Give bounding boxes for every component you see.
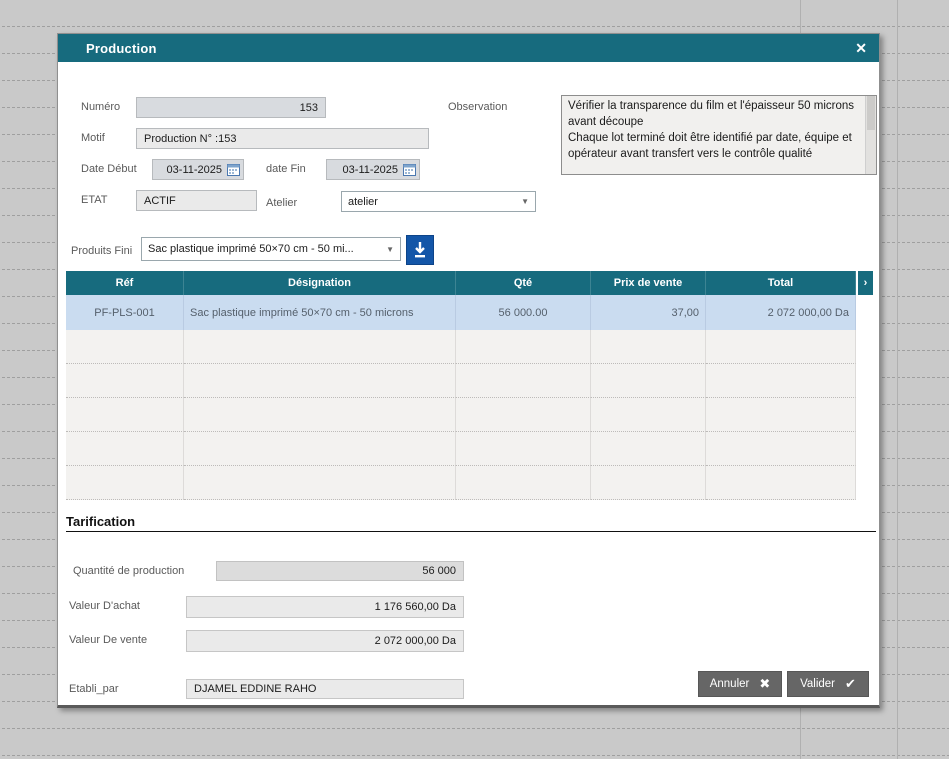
cell-prix: 37,00	[591, 295, 706, 330]
empty-cell	[184, 364, 456, 398]
observation-scrollbar[interactable]	[865, 96, 876, 174]
scrollbar-thumb[interactable]	[867, 96, 875, 130]
production-dialog: Production ✕ Numéro 153 Motif Production…	[57, 33, 880, 708]
atelier-value: atelier	[348, 196, 378, 208]
table-header-row: Réf Désignation Qté Prix de vente Total …	[66, 271, 874, 295]
valeur-vente-field[interactable]: 2 072 000,00 Da	[186, 630, 464, 652]
produits-fini-combobox[interactable]: Sac plastique imprimé 50×70 cm - 50 mi..…	[141, 237, 401, 261]
atelier-label: Atelier	[266, 197, 297, 209]
table-scroll-right-icon[interactable]: ›	[856, 271, 873, 295]
date-fin-value: 03-11-2025	[343, 164, 398, 176]
motif-label: Motif	[81, 132, 105, 144]
table-row-empty[interactable]	[66, 432, 874, 466]
import-product-button[interactable]	[406, 235, 434, 265]
empty-cell	[706, 466, 856, 500]
empty-cell	[456, 364, 591, 398]
dialog-title: Production	[86, 41, 157, 56]
chevron-down-icon: ▼	[521, 197, 529, 206]
empty-cell	[856, 466, 873, 500]
table-row-empty[interactable]	[66, 466, 874, 500]
empty-cell	[591, 330, 706, 364]
cell-designation: Sac plastique imprimé 50×70 cm - 50 micr…	[184, 295, 456, 330]
col-header-ref[interactable]: Réf	[66, 271, 184, 295]
empty-cell	[184, 398, 456, 432]
cell-ref: PF-PLS-001	[66, 295, 184, 330]
atelier-combobox[interactable]: atelier ▼	[341, 191, 536, 212]
empty-cell	[856, 398, 873, 432]
empty-cell	[856, 330, 873, 364]
background-gridline	[897, 0, 898, 759]
tarification-section-title: Tarification	[66, 514, 876, 532]
cancel-x-icon: ✖	[759, 676, 770, 692]
cell-total: 2 072 000,00 Da	[706, 295, 856, 330]
produits-fini-label: Produits Fini	[71, 245, 132, 257]
products-table: Réf Désignation Qté Prix de vente Total …	[66, 271, 874, 500]
date-debut-field[interactable]: 03-11-2025	[152, 159, 244, 180]
table-row-empty[interactable]	[66, 364, 874, 398]
empty-cell	[456, 398, 591, 432]
table-empty-rows	[66, 330, 874, 500]
empty-cell	[456, 330, 591, 364]
valider-button[interactable]: Valider ✔	[787, 671, 869, 697]
empty-cell	[591, 364, 706, 398]
observation-label: Observation	[448, 101, 507, 113]
empty-cell	[66, 432, 184, 466]
close-icon[interactable]: ✕	[855, 41, 867, 55]
table-row-empty[interactable]	[66, 330, 874, 364]
date-debut-label: Date Début	[81, 163, 137, 175]
annuler-button[interactable]: Annuler ✖	[698, 671, 782, 697]
empty-cell	[184, 432, 456, 466]
empty-cell	[706, 398, 856, 432]
numero-label: Numéro	[81, 101, 120, 113]
valider-label: Valider	[800, 678, 835, 690]
valeur-achat-field[interactable]: 1 176 560,00 Da	[186, 596, 464, 618]
chevron-down-icon: ▼	[386, 245, 394, 254]
empty-cell	[66, 466, 184, 500]
empty-cell	[456, 432, 591, 466]
empty-cell	[66, 364, 184, 398]
empty-cell	[66, 398, 184, 432]
etabli-par-label: Etabli_par	[69, 683, 119, 695]
empty-cell	[184, 330, 456, 364]
cell-spacer	[856, 295, 873, 330]
valeur-achat-label: Valeur D'achat	[69, 600, 140, 612]
date-fin-field[interactable]: 03-11-2025	[326, 159, 420, 180]
col-header-qte[interactable]: Qté	[456, 271, 591, 295]
empty-cell	[706, 364, 856, 398]
col-header-prix[interactable]: Prix de vente	[591, 271, 706, 295]
empty-cell	[856, 432, 873, 466]
calendar-icon[interactable]	[227, 163, 240, 176]
etat-label: ETAT	[81, 194, 107, 206]
empty-cell	[591, 398, 706, 432]
quantite-label: Quantité de production	[73, 565, 184, 577]
date-fin-label: date Fin	[266, 163, 306, 175]
empty-cell	[66, 330, 184, 364]
etat-field[interactable]: ACTIF	[136, 190, 257, 211]
empty-cell	[591, 432, 706, 466]
empty-cell	[184, 466, 456, 500]
empty-cell	[856, 364, 873, 398]
table-row-selected[interactable]: PF-PLS-001 Sac plastique imprimé 50×70 c…	[66, 295, 874, 330]
empty-cell	[456, 466, 591, 500]
col-header-designation[interactable]: Désignation	[184, 271, 456, 295]
produits-fini-value: Sac plastique imprimé 50×70 cm - 50 mi..…	[148, 243, 354, 255]
valeur-vente-label: Valeur De vente	[69, 634, 147, 646]
numero-field[interactable]: 153	[136, 97, 326, 118]
cell-qte: 56 000.00	[456, 295, 591, 330]
dialog-titlebar[interactable]: Production ✕	[58, 34, 879, 62]
etabli-par-field[interactable]: DJAMEL EDDINE RAHO	[186, 679, 464, 699]
empty-cell	[591, 466, 706, 500]
motif-field[interactable]: Production N° :153	[136, 128, 429, 149]
annuler-label: Annuler	[710, 678, 750, 690]
empty-cell	[706, 432, 856, 466]
calendar-icon[interactable]	[403, 163, 416, 176]
empty-cell	[706, 330, 856, 364]
date-debut-value: 03-11-2025	[167, 164, 222, 176]
quantite-field[interactable]: 56 000	[216, 561, 464, 581]
download-icon	[412, 241, 428, 259]
observation-textarea[interactable]: Vérifier la transparence du film et l'ép…	[561, 95, 877, 175]
col-header-total[interactable]: Total	[706, 271, 856, 295]
table-row-empty[interactable]	[66, 398, 874, 432]
check-icon: ✔	[845, 676, 856, 692]
